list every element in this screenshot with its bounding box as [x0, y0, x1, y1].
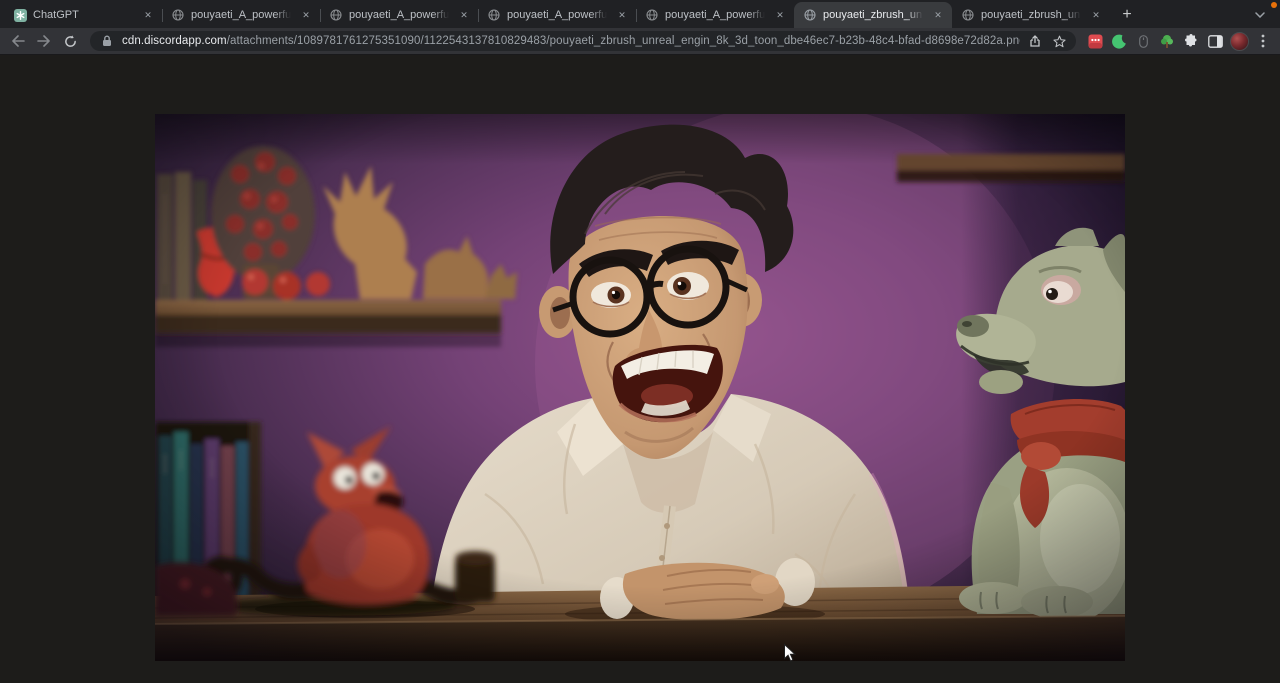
tab-pouyaeti-2[interactable]: pouyaeti_A_powerful_modern ✕: [320, 2, 478, 28]
forward-button[interactable]: [32, 29, 56, 53]
toolbar: cdn.discordapp.com/attachments/108978176…: [0, 28, 1280, 55]
lock-icon: [98, 32, 116, 50]
profile-avatar[interactable]: [1228, 30, 1250, 52]
globe-favicon-icon: [329, 8, 343, 22]
url-domain: cdn.discordapp.com: [122, 35, 227, 47]
vignette: [155, 114, 1125, 661]
share-icon[interactable]: [1026, 32, 1044, 50]
globe-favicon-icon: [961, 8, 975, 22]
tab-strip: ChatGPT ✕ pouyaeti_A_powerful_modern ✕ p…: [0, 0, 1280, 28]
tab-pouyaeti-zbrush-active[interactable]: pouyaeti_zbrush_unreal_engin ✕: [794, 2, 952, 28]
mouse-cursor: [783, 643, 796, 663]
moon-extension-icon[interactable]: [1108, 30, 1130, 52]
tab-title: ChatGPT: [33, 9, 135, 21]
url-text[interactable]: cdn.discordapp.com/attachments/108978176…: [122, 35, 1020, 47]
side-panel-icon[interactable]: [1204, 30, 1226, 52]
viewed-image[interactable]: [155, 114, 1125, 661]
tab-pouyaeti-zbrush-2[interactable]: pouyaeti_zbrush_unreal_engin ✕: [952, 2, 1110, 28]
globe-favicon-icon: [803, 8, 817, 22]
red-extension-icon[interactable]: [1084, 30, 1106, 52]
tab-title: pouyaeti_A_powerful_modern: [665, 9, 767, 21]
tab-title: pouyaeti_A_powerful_modern: [349, 9, 451, 21]
globe-favicon-icon: [645, 8, 659, 22]
address-bar[interactable]: cdn.discordapp.com/attachments/108978176…: [90, 31, 1076, 51]
tab-title: pouyaeti_A_powerful_modern: [191, 9, 293, 21]
url-path: /attachments/1089781761275351090/1122543…: [227, 35, 1020, 47]
tab-close-icon[interactable]: ✕: [615, 8, 629, 22]
tab-title: pouyaeti_zbrush_unreal_engin: [981, 9, 1083, 21]
reload-button[interactable]: [58, 29, 82, 53]
tab-close-icon[interactable]: ✕: [141, 8, 155, 22]
tab-title: pouyaeti_zbrush_unreal_engin: [823, 9, 925, 21]
page-content: [0, 55, 1280, 683]
mouse-extension-icon[interactable]: [1132, 30, 1154, 52]
status-dot: [1271, 2, 1277, 8]
tab-pouyaeti-3[interactable]: pouyaeti_A_powerful_modern ✕: [478, 2, 636, 28]
bookmark-star-icon[interactable]: [1050, 32, 1068, 50]
tab-close-icon[interactable]: ✕: [1089, 8, 1103, 22]
tab-close-icon[interactable]: ✕: [773, 8, 787, 22]
globe-favicon-icon: [487, 8, 501, 22]
tab-title: pouyaeti_A_powerful_modern: [507, 9, 609, 21]
back-button[interactable]: [6, 29, 30, 53]
extensions-puzzle-icon[interactable]: [1180, 30, 1202, 52]
tab-pouyaeti-1[interactable]: pouyaeti_A_powerful_modern ✕: [162, 2, 320, 28]
tab-close-icon[interactable]: ✕: [457, 8, 471, 22]
browser-window: ChatGPT ✕ pouyaeti_A_powerful_modern ✕ p…: [0, 0, 1280, 682]
tab-overflow-chevron-icon[interactable]: [1248, 3, 1272, 27]
tab-close-icon[interactable]: ✕: [299, 8, 313, 22]
tree-extension-icon[interactable]: [1156, 30, 1178, 52]
menu-kebab-icon[interactable]: [1252, 30, 1274, 52]
tab-close-icon[interactable]: ✕: [931, 8, 945, 22]
tab-pouyaeti-4[interactable]: pouyaeti_A_powerful_modern ✕: [636, 2, 794, 28]
new-tab-button[interactable]: +: [1114, 2, 1140, 28]
chatgpt-favicon-icon: [13, 8, 27, 22]
tab-chatgpt[interactable]: ChatGPT ✕: [4, 2, 162, 28]
globe-favicon-icon: [171, 8, 185, 22]
